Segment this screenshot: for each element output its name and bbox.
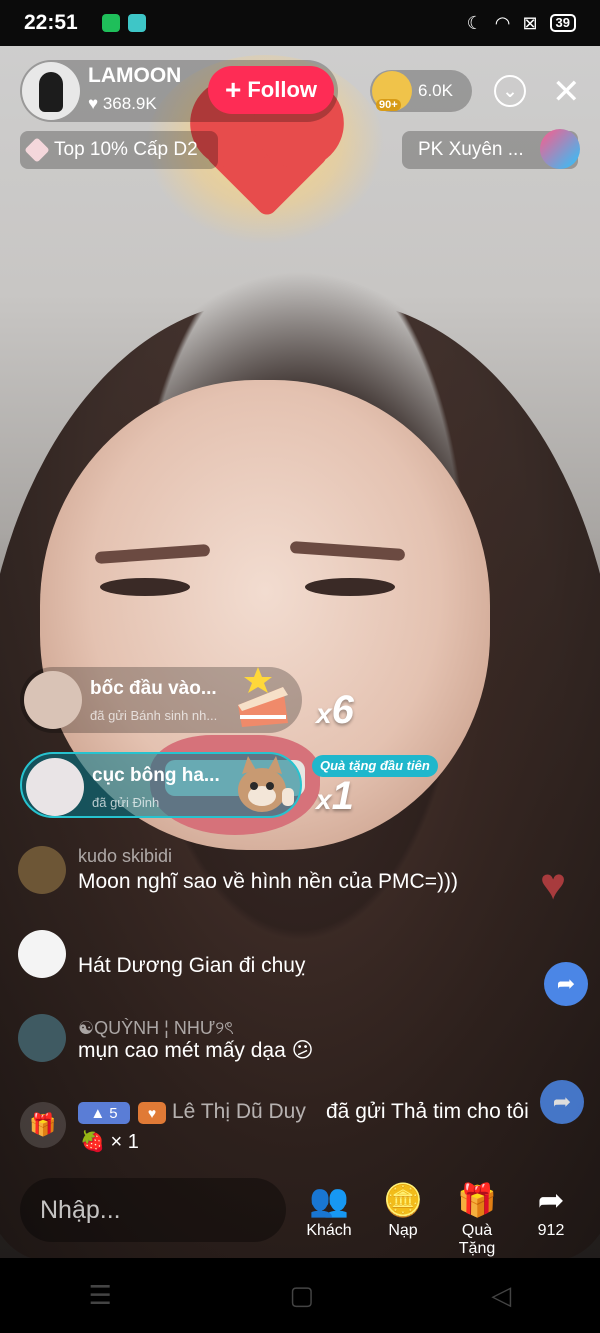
gifts-label: Quà Tặng (458, 1222, 496, 1257)
app-notification-icon (128, 14, 146, 32)
chat-comment[interactable]: kudo skibidi Moon nghĩ sao về hình nền c… (18, 846, 538, 900)
right-eye (305, 578, 395, 596)
gift-event-text: đã gửi Thả tim cho tôi (326, 1100, 529, 1123)
gift-notification[interactable]: bốc đầu vào... đã gửi Bánh sinh nh... (20, 667, 302, 733)
combo-x: x (316, 698, 332, 729)
guests-label: Khách (306, 1222, 352, 1239)
gift-icon: 🎁 (457, 1182, 497, 1218)
gifts-button[interactable]: 🎁 Quà Tặng (442, 1178, 512, 1258)
combo-count: 1 (331, 774, 354, 818)
share-icon: ➦ (537, 1182, 565, 1218)
status-icons: ☾ ◠ ⊠ 39 (467, 13, 576, 34)
level-badge: ▲ 5 (78, 1102, 130, 1124)
top-viewer-avatar[interactable]: 90+ (372, 71, 412, 111)
status-bar: 22:51 ☾ ◠ ⊠ 39 (0, 0, 600, 46)
gift-sender-name: bốc đầu vào... (90, 678, 217, 699)
host-name: LAMOON (88, 64, 182, 87)
share-icon[interactable]: ➦ (544, 962, 588, 1006)
comment-text: mụn cao mét mấy dạa 😕 (78, 1039, 314, 1062)
menu-icon[interactable]: ☰ (89, 1280, 112, 1311)
host-avatar[interactable] (22, 62, 80, 120)
moon-icon: ☾ (466, 12, 483, 33)
commenter-avatar[interactable] (18, 1014, 66, 1062)
plus-icon: + (224, 74, 242, 105)
app-notification-icon (102, 14, 120, 32)
gift-sender-avatar (26, 758, 84, 816)
comment-input[interactable]: Nhập... (20, 1178, 286, 1242)
share-count: 912 (537, 1222, 565, 1239)
chat-comment[interactable]: Hát Dương Gian đi chuỵ (18, 930, 538, 984)
home-icon[interactable]: ▢ (289, 1280, 314, 1311)
birthday-cake-icon (238, 667, 288, 727)
gift-subtitle: đã gửi Bánh sinh nh... (90, 708, 218, 723)
recharge-button[interactable]: 🪙 Nạp (368, 1178, 438, 1240)
commenter-avatar[interactable] (18, 846, 66, 894)
gift-combo: x1 (316, 774, 354, 819)
gift-combo: x6 (316, 688, 354, 733)
gift-sender-name: cục bông ha... (92, 765, 220, 786)
rank-label: Top 10% Cấp D2 (54, 139, 198, 160)
guests-icon: 👥 (309, 1182, 349, 1218)
host-info[interactable]: LAMOON ♥ 368.9K + Follow (20, 60, 338, 122)
commenter-avatar[interactable] (18, 930, 66, 978)
close-icon[interactable]: ✕ (552, 72, 581, 112)
combo-x: x (316, 784, 332, 815)
status-time: 22:51 (24, 11, 78, 34)
comment-text: Hát Dương Gian đi chuỵ (78, 954, 306, 977)
gift-sender-avatar (24, 671, 82, 729)
left-eye (100, 578, 190, 596)
viewer-list[interactable]: 90+ 6.0K (370, 70, 472, 112)
follow-label: Follow (247, 77, 317, 102)
combo-count: 6 (331, 688, 354, 732)
chevron-down-icon[interactable]: ⌄ (494, 75, 526, 107)
sim-icon: ⊠ (522, 12, 538, 33)
heart-icon: ♥ (88, 94, 103, 113)
gift-event-count-value: × 1 (110, 1131, 139, 1153)
gift-event-user[interactable]: Lê Thị Dũ Duy (172, 1100, 306, 1124)
rank-badge[interactable]: Top 10% Cấp D2 (20, 131, 218, 169)
diamond-icon (24, 137, 50, 163)
back-icon[interactable]: ◁ (491, 1280, 511, 1311)
gift-event-count: 🍓 × 1 (80, 1129, 139, 1154)
pk-label: PK Xuyên ... (418, 139, 524, 160)
gift-event-message: 🎁 ▲ 5 ♥ Lê Thị Dũ Duy đã gửi Thả tim cho … (18, 1096, 578, 1156)
recharge-icon: 🪙 (383, 1182, 423, 1218)
like-heart-icon[interactable]: ♥ (540, 860, 566, 910)
recharge-label: Nạp (388, 1222, 418, 1239)
triangle-icon: ▲ (90, 1104, 106, 1122)
host-likes-count: 368.9K (102, 94, 157, 113)
battery-icon: 39 (549, 14, 576, 32)
follow-button[interactable]: + Follow (208, 66, 334, 114)
host-likes: ♥ 368.9K (88, 94, 157, 114)
gift-subtitle: đã gửi Đỉnh (92, 795, 160, 810)
chat-comment[interactable]: ☯QUỲNH ¦ NHƯ୨ৎ mụn cao mét mấy dạa 😕 (18, 1014, 538, 1068)
gift-box-icon[interactable]: 🎁 (20, 1102, 66, 1148)
guests-button[interactable]: 👥 Khách (294, 1178, 364, 1240)
wifi-icon: ◠ (494, 12, 511, 33)
pk-icon (540, 129, 580, 169)
share-icon[interactable]: ➦ (540, 1080, 584, 1124)
heart-gift-icon: 🍓 (80, 1131, 111, 1153)
share-button[interactable]: ➦ 912 (516, 1178, 586, 1240)
comment-text: Moon nghĩ sao về hình nền của PMC=))) (78, 870, 458, 893)
viewer-count: 6.0K (418, 81, 453, 100)
gift-notification[interactable]: cục bông ha... đã gửi Đỉnh (20, 752, 302, 818)
system-nav-bar: ☰ ▢ ◁ (0, 1258, 600, 1333)
cat-thumbs-up-icon (238, 756, 294, 812)
commenter-name[interactable]: kudo skibidi (78, 846, 172, 867)
viewer-level-badge: 90+ (376, 99, 401, 111)
pk-badge[interactable]: PK Xuyên ... (402, 129, 580, 169)
level-number: 5 (109, 1104, 118, 1122)
fan-badge-icon: ♥ (138, 1102, 166, 1124)
